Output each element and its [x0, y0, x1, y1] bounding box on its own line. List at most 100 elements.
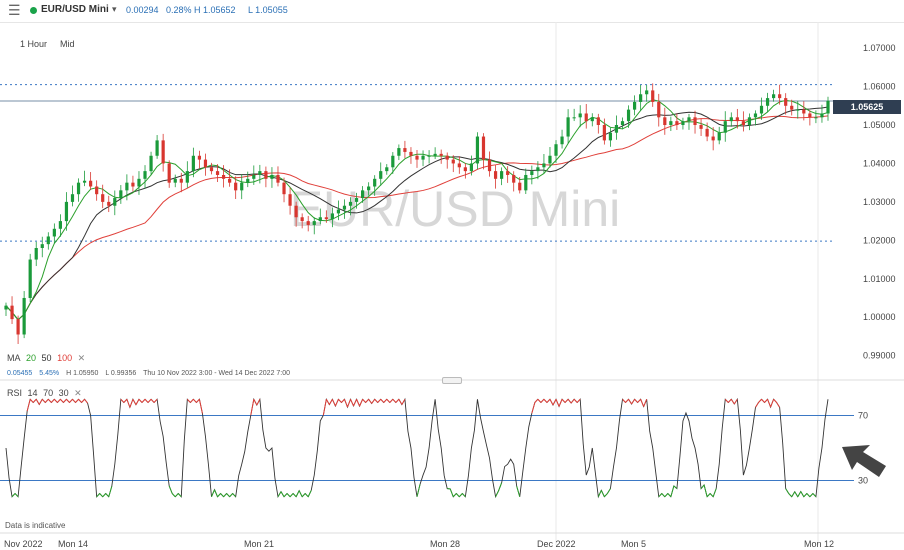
rsi-oversold-segment — [232, 493, 237, 498]
rsi-overbought-segment — [386, 398, 391, 403]
rsi-overbought-segment — [41, 398, 46, 403]
rsi-oversold-segment — [604, 493, 608, 498]
range-stats: 0.05455 5.45% H 1.05950 L 0.99356 Thu 10… — [7, 370, 295, 377]
x-tick-label: Mon 12 — [804, 539, 834, 549]
rsi-oversold-segment — [700, 484, 705, 489]
candle — [167, 160, 171, 188]
candle — [765, 92, 770, 113]
rsi-oversold-segment — [797, 491, 802, 497]
rsi-overbought-segment — [773, 398, 777, 403]
ma-label: MA — [7, 353, 21, 363]
rsi-period: 14 — [27, 388, 38, 398]
rsi-oversold-segment — [174, 493, 179, 498]
candle — [699, 118, 703, 137]
close-icon[interactable]: ✕ — [74, 388, 82, 398]
x-tick-label: Dec 2022 — [537, 539, 576, 549]
x-tick-label: Mon 21 — [244, 539, 274, 549]
rsi-oversold-segment — [606, 488, 611, 494]
rsi-overbought-segment — [540, 398, 545, 403]
rsi-oversold-segment — [803, 493, 808, 498]
ma-period-100: 100 — [57, 353, 73, 363]
rsi-overbought-segment — [341, 398, 345, 403]
rsi-overbought-segment — [186, 398, 191, 403]
range-dates: Thu 10 Nov 2022 3:00 - Wed 14 Dec 2022 7… — [143, 370, 291, 377]
candle — [409, 147, 413, 164]
rsi-overbought-segment — [640, 399, 645, 407]
candle — [16, 315, 20, 345]
rsi-oversold-segment — [516, 486, 521, 497]
candle — [741, 111, 745, 132]
candle — [276, 166, 280, 187]
rsi-overbought-segment — [628, 398, 632, 405]
rsi-overbought-segment — [138, 398, 143, 403]
candle — [143, 165, 147, 189]
rsi-overbought-segment — [543, 398, 548, 403]
rsi-overbought-segment — [761, 398, 765, 403]
candle — [22, 291, 26, 339]
candle — [463, 163, 467, 179]
rsi-oversold-segment — [283, 493, 288, 498]
candle — [421, 150, 425, 167]
rsi-oversold-segment — [703, 484, 708, 497]
y-tick-label: 0.99000 — [863, 351, 896, 361]
candle — [693, 110, 697, 134]
candle — [487, 151, 492, 177]
rsi-overbought-segment — [383, 398, 388, 403]
ma-period-50: 50 — [41, 353, 52, 363]
rsi-overbought-segment — [150, 398, 155, 403]
candle — [747, 113, 752, 131]
candle — [433, 147, 437, 159]
rsi-oversold-segment — [105, 493, 110, 498]
indicative-note: Data is indicative — [5, 521, 66, 530]
candle — [663, 107, 667, 135]
rsi-overbought-segment — [44, 398, 49, 403]
price-chart[interactable]: EUR/USD Mini 1.070001.060001.050001.0400… — [0, 0, 904, 550]
candle — [560, 129, 564, 149]
rsi-oversold-segment — [307, 490, 312, 497]
rsi-oversold-segment — [168, 485, 173, 494]
rsi-overbought-segment — [132, 399, 137, 405]
rsi-oversold-segment — [286, 493, 291, 498]
rsi-overbought-segment — [38, 398, 43, 405]
rsi-lower: 30 — [58, 388, 69, 398]
rsi-overbought-segment — [144, 398, 149, 403]
candle — [119, 185, 123, 204]
rsi-overbought-segment — [637, 398, 641, 403]
chart-window: ☰ EUR/USD Mini ▾ 0.00294 0.28% H 1.05652… — [0, 0, 904, 550]
candle — [723, 111, 727, 142]
rsi-overbought-segment — [567, 398, 572, 404]
candle — [427, 150, 431, 164]
rsi-overbought-segment — [368, 398, 373, 404]
rsi-overbought-segment — [733, 398, 738, 405]
rsi-oversold-segment — [226, 493, 230, 498]
rsi-oversold-segment — [794, 491, 799, 498]
rsi-oversold-segment — [664, 493, 669, 498]
close-icon[interactable]: ✕ — [78, 353, 86, 363]
rsi-overbought-segment — [767, 399, 772, 408]
rsi-overbought-segment — [380, 398, 385, 403]
candle — [76, 178, 81, 202]
rsi-oversold-segment — [661, 493, 666, 498]
rsi-overbought-segment — [328, 399, 333, 405]
ma-legend[interactable]: MA 20 50 100 ✕ — [7, 353, 88, 364]
candle — [95, 180, 99, 201]
rsi-overbought-segment — [322, 399, 327, 416]
rsi-overbought-segment — [570, 398, 575, 404]
pane-resize-handle[interactable] — [442, 377, 462, 384]
rsi-oversold-segment — [96, 493, 101, 498]
rsi-overbought-segment — [389, 398, 394, 403]
candle — [596, 113, 600, 134]
rsi-overbought-segment — [50, 398, 55, 403]
candle — [82, 170, 87, 187]
candle — [639, 85, 643, 112]
candle — [590, 113, 594, 127]
rsi-overbought-segment — [395, 398, 400, 403]
candle — [258, 164, 262, 184]
rsi-overbought-segment — [764, 398, 768, 403]
rsi-oversold-segment — [452, 493, 457, 498]
rsi-oversold-segment — [108, 486, 113, 497]
rsi-legend[interactable]: RSI 14 70 30 ✕ — [7, 388, 85, 399]
candle — [608, 127, 613, 147]
rsi-oversold-segment — [99, 493, 104, 498]
candle — [620, 117, 625, 130]
